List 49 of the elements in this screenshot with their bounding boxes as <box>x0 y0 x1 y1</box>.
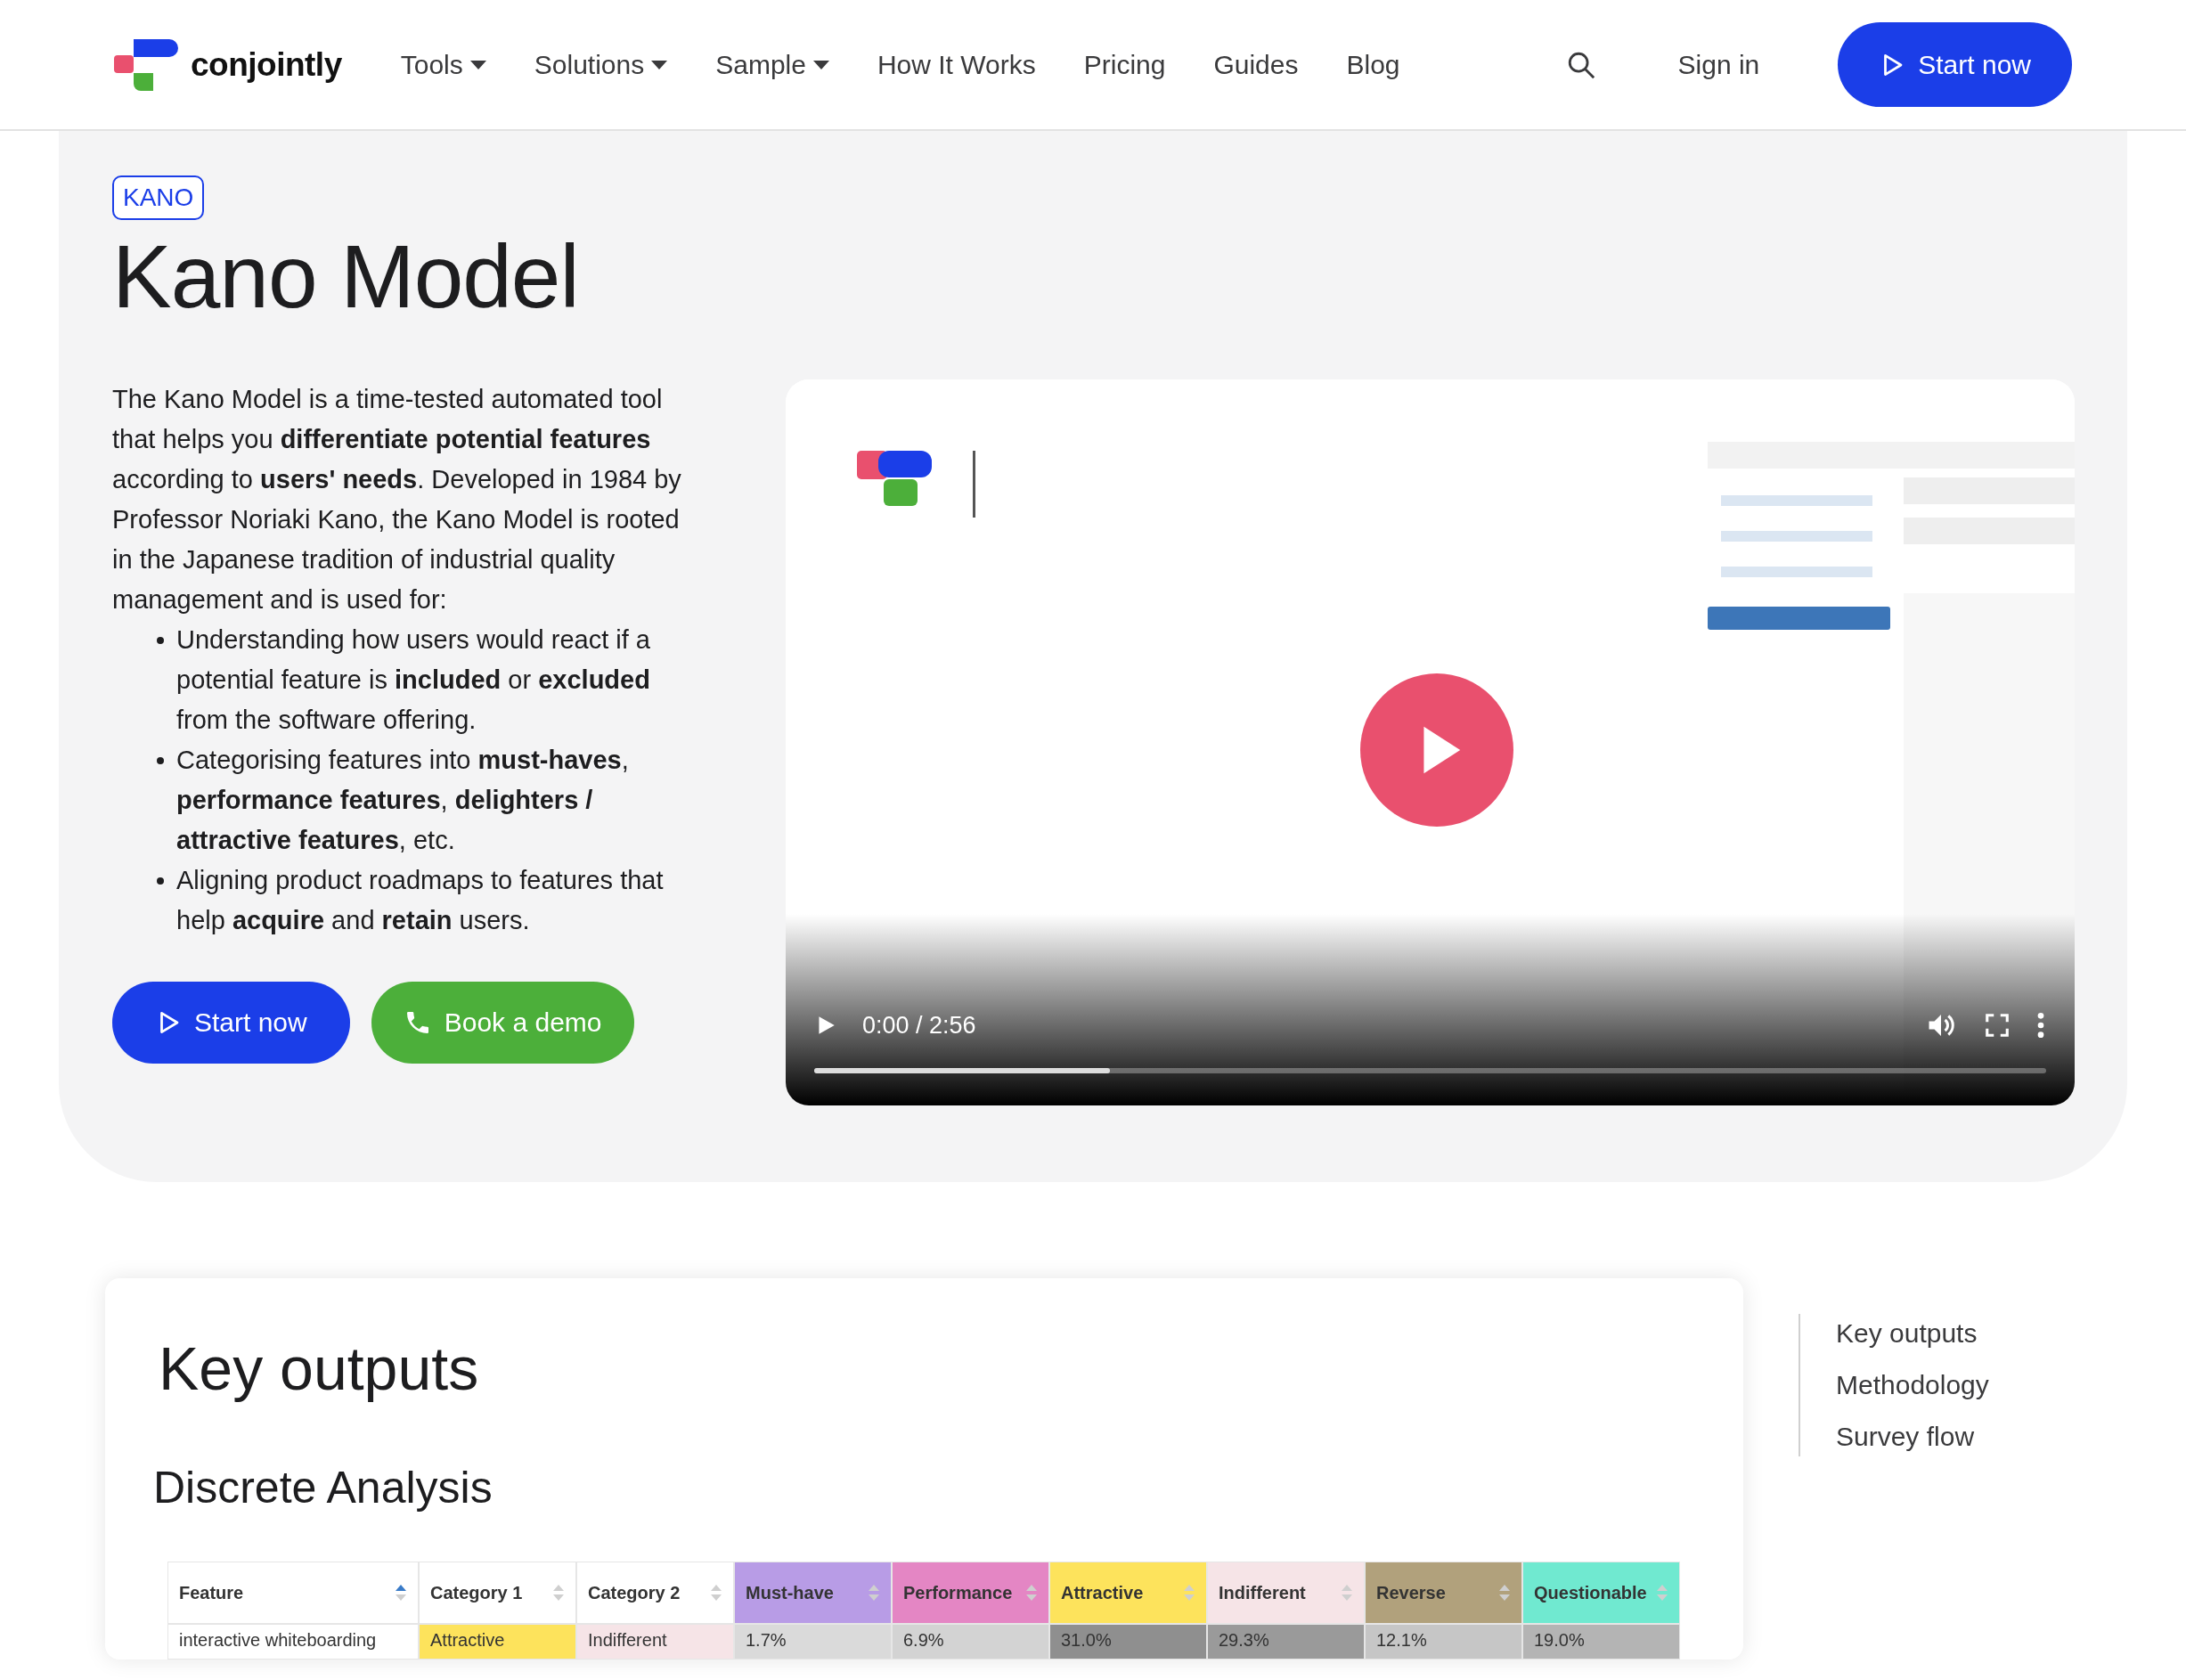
progress-track[interactable] <box>814 1068 2046 1073</box>
column-header[interactable]: Category 2 <box>576 1562 734 1624</box>
table-cell: interactive whiteboarding <box>167 1624 419 1660</box>
nav-link[interactable]: Pricing <box>1083 49 1166 80</box>
nav-link[interactable]: Solutions <box>534 49 668 80</box>
toc-link[interactable]: Survey flow <box>1836 1422 1989 1452</box>
nav-link[interactable]: Guides <box>1213 49 1299 80</box>
more-options-button[interactable] <box>2035 1011 2046 1040</box>
nav-link[interactable]: Tools <box>400 49 486 80</box>
start-now-button[interactable]: Start now <box>1838 22 2072 107</box>
table-cell: 29.3% <box>1207 1624 1365 1660</box>
table-cell: 19.0% <box>1522 1624 1680 1660</box>
column-header[interactable]: Reverse <box>1365 1562 1522 1624</box>
table-cell: Indifferent <box>576 1624 734 1660</box>
toc-link[interactable]: Key outputs <box>1836 1318 1989 1349</box>
section-heading: Key outputs <box>159 1333 480 1403</box>
fullscreen-button[interactable] <box>1984 1012 2011 1039</box>
table-cell: 12.1% <box>1365 1624 1522 1660</box>
column-header[interactable]: Category 1 <box>419 1562 576 1624</box>
logo-icon <box>114 38 178 91</box>
table-cell: 1.7% <box>734 1624 892 1660</box>
column-header[interactable]: Attractive <box>1049 1562 1207 1624</box>
nav-link[interactable]: Blog <box>1346 49 1400 80</box>
bullet-icon <box>157 877 164 885</box>
bullet-icon <box>157 637 164 644</box>
table-cell: 6.9% <box>892 1624 1049 1660</box>
column-header[interactable]: Indifferent <box>1207 1562 1365 1624</box>
column-header[interactable]: Questionable <box>1522 1562 1680 1624</box>
bullet-text: Categorising features into must-haves, performance features, delighters / attractive features, etc. <box>176 745 630 856</box>
start-now-button[interactable]: Start now <box>112 982 350 1064</box>
toc-link[interactable]: Methodology <box>1836 1370 1989 1400</box>
subsection-heading: Discrete Analysis <box>153 1462 493 1513</box>
bullet-icon <box>157 757 164 764</box>
brand-name[interactable]: conjointly <box>191 45 342 84</box>
sort-icon[interactable] <box>395 1583 407 1603</box>
nav-link[interactable]: How It Works <box>877 49 1036 80</box>
video-time: 0:00 / 2:56 <box>862 1011 977 1040</box>
table-cell: Attractive <box>419 1624 576 1660</box>
kano-badge: KANO <box>112 175 205 220</box>
nav-link[interactable]: Sample <box>715 49 829 80</box>
bullet-text: Aligning product roadmaps to features that help acquire and retain users. <box>176 865 665 936</box>
table-cell: 31.0% <box>1049 1624 1207 1660</box>
column-header[interactable]: Performance <box>892 1562 1049 1624</box>
column-header[interactable]: Feature <box>167 1562 419 1624</box>
bullet-text: Understanding how users would react if a potential feature is included or excluded from the software offering. <box>176 624 651 736</box>
sign-in-link[interactable]: Sign in <box>1677 49 1760 80</box>
intro-paragraph: The Kano Model is a time-tested automated tool that helps you differentiate potential features according to users' needs. Developed in 1984 by Professor Noriaki Kano, the Kano Model is rooted in the Japanese tradition of industrial quality management and is used for: <box>112 384 682 616</box>
page-title: Kano Model <box>112 225 580 328</box>
column-header[interactable]: Must-have <box>734 1562 892 1624</box>
